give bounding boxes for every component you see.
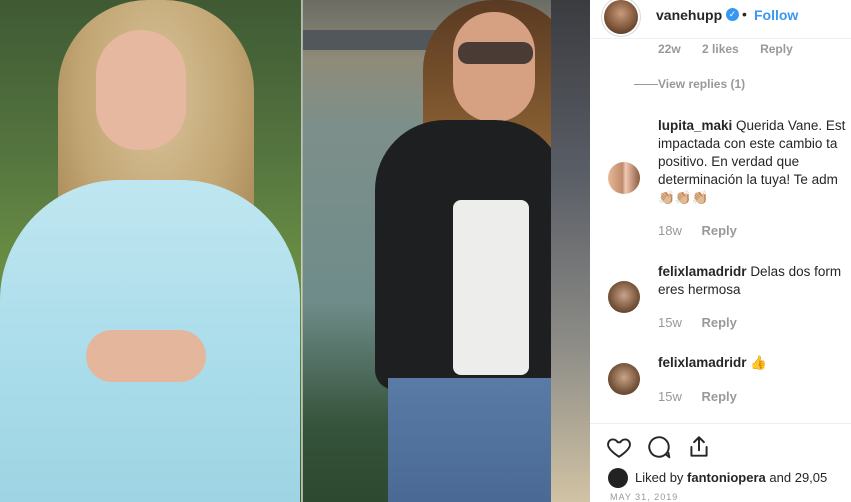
commenter-username[interactable]: felixlamadridr (658, 355, 747, 370)
separator-dot: • (742, 6, 747, 22)
comment-age: 22w (658, 42, 681, 56)
photo-before (0, 0, 302, 502)
reply-button[interactable]: Reply (701, 223, 736, 238)
follow-button[interactable]: Follow (754, 7, 798, 23)
comment-line: Querida Vane. Est (736, 118, 846, 133)
comment-text: lupita_maki Querida Vane. Est (658, 117, 845, 135)
reply-button[interactable]: Reply (760, 42, 793, 56)
comment-emoji: 👍 (750, 355, 768, 370)
comment-text: felixlamadridr Delas dos form (658, 263, 841, 281)
comment-meta: 18w Reply (658, 223, 737, 238)
comment-line: impactada con este cambio ta (658, 136, 838, 151)
verified-badge-icon: ✓ (726, 8, 739, 21)
view-replies-line (634, 84, 658, 85)
commenter-avatar[interactable] (608, 281, 640, 313)
liker-avatar[interactable] (608, 468, 628, 488)
author-username[interactable]: vanehupp (656, 7, 722, 23)
post-image[interactable] (0, 0, 590, 502)
likes-text: Liked by fantoniopera and 29,05 (635, 470, 827, 485)
commenter-avatar[interactable] (608, 363, 640, 395)
likes-summary: Liked by fantoniopera and 29,05 (604, 464, 851, 492)
comment-text: felixlamadridr 👍 (658, 354, 767, 372)
comment-line: positivo. En verdad que (658, 154, 800, 169)
photo-after (303, 0, 590, 502)
liker-username[interactable]: fantoniopera (687, 470, 766, 485)
post-timestamp: MAY 31, 2019 (610, 492, 679, 502)
comment-emoji: 👏🏼👏🏼👏🏼 (658, 190, 709, 205)
reply-button[interactable]: Reply (701, 315, 736, 330)
comment-icon[interactable] (646, 434, 672, 460)
likes-suffix[interactable]: and 29,05 (769, 470, 827, 485)
likes-prefix: Liked by (635, 470, 684, 485)
author-avatar[interactable] (604, 0, 638, 34)
comment-age: 18w (658, 223, 682, 238)
comments-sidebar: vanehupp ✓ • Follow 22w 2 likes Reply Vi… (590, 0, 851, 502)
heart-icon[interactable] (606, 434, 632, 460)
post-header: vanehupp ✓ • Follow (590, 0, 851, 39)
comment-meta: 15w Reply (658, 389, 737, 404)
commenter-username[interactable]: lupita_maki (658, 118, 732, 133)
comment-line: Delas dos form (750, 264, 842, 279)
partial-comment-meta: 22w 2 likes Reply (658, 42, 811, 56)
commenter-avatar[interactable] (608, 162, 640, 194)
reply-button[interactable]: Reply (701, 389, 736, 404)
comment-line: determinación la tuya! Te adm (658, 172, 838, 187)
comment-likes[interactable]: 2 likes (702, 42, 739, 56)
commenter-username[interactable]: felixlamadridr (658, 264, 747, 279)
comment-age: 15w (658, 389, 682, 404)
share-icon[interactable] (686, 434, 712, 460)
comment-age: 15w (658, 315, 682, 330)
comment-meta: 15w Reply (658, 315, 737, 330)
comment-line: eres hermosa (658, 282, 741, 297)
view-replies-button[interactable]: View replies (1) (658, 77, 745, 91)
